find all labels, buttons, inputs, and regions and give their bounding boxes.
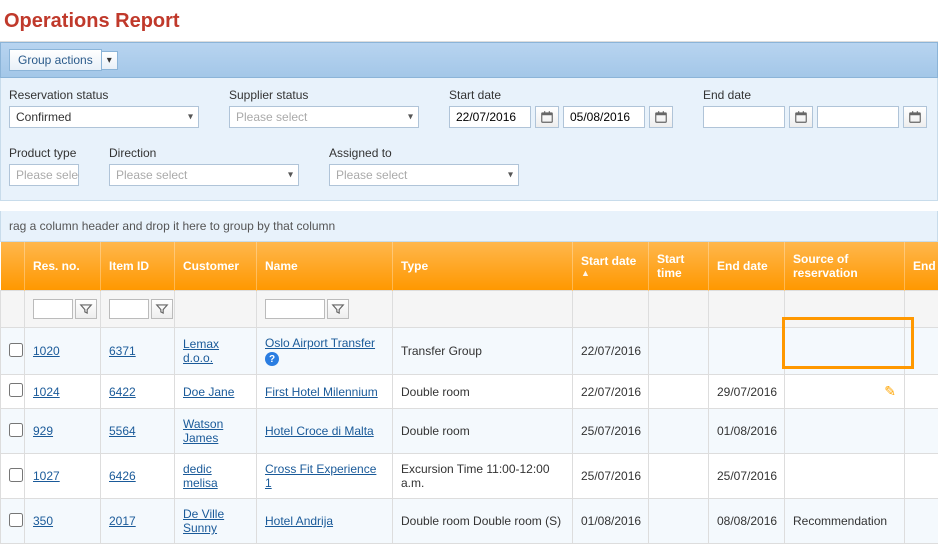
filters-panel: Reservation status Confirmed ▾ Supplier … <box>0 78 938 201</box>
row-checkbox[interactable] <box>9 343 23 357</box>
item-id-link[interactable]: 5564 <box>109 424 136 438</box>
table-row: 350 2017 De Ville Sunny Hotel Andrija Double… <box>1 499 938 544</box>
filter-row <box>1 291 938 328</box>
item-id-link[interactable]: 6371 <box>109 344 136 358</box>
filter-res-no-input[interactable] <box>33 299 73 319</box>
end-date-from-input[interactable] <box>703 106 785 128</box>
pencil-icon[interactable]: ✎ <box>884 383 896 400</box>
row-checkbox[interactable] <box>9 513 23 527</box>
header-row: Res. no. Item ID Customer Name Type Star… <box>1 242 938 291</box>
name-link[interactable]: Oslo Airport Transfer <box>265 336 375 350</box>
group-actions-button[interactable]: Group actions <box>9 49 102 71</box>
start-date-to-input[interactable] <box>563 106 645 128</box>
row-checkbox[interactable] <box>9 423 23 437</box>
calendar-icon[interactable] <box>789 106 813 128</box>
customer-link[interactable]: Lemax d.o.o. <box>183 337 219 365</box>
assigned-to-select[interactable]: Please select <box>329 164 519 186</box>
col-start-time[interactable]: Start time <box>649 242 709 291</box>
start-date-label: Start date <box>449 88 673 102</box>
direction-label: Direction <box>109 146 299 160</box>
name-link[interactable]: Cross Fit Experience 1 <box>265 462 376 490</box>
row-checkbox[interactable] <box>9 383 23 397</box>
table-row: 1027 6426 dedic melisa Cross Fit Experience… <box>1 454 938 499</box>
info-icon[interactable]: ? <box>265 352 279 366</box>
customer-link[interactable]: Watson James <box>183 417 223 445</box>
supplier-status-label: Supplier status <box>229 88 419 102</box>
reservation-status-select[interactable]: Confirmed <box>9 106 199 128</box>
reservation-status-label: Reservation status <box>9 88 199 102</box>
end-date-cell: 01/08/2016 <box>717 424 777 438</box>
filter-name-input[interactable] <box>265 299 325 319</box>
end-date-cell: 29/07/2016 <box>717 385 777 399</box>
res-no-link[interactable]: 1024 <box>33 385 60 399</box>
product-type-label: Product type <box>9 146 79 160</box>
start-date-cell: 25/07/2016 <box>581 469 641 483</box>
type-cell: Double room <box>401 424 470 438</box>
start-date-cell: 25/07/2016 <box>581 424 641 438</box>
col-end-date[interactable]: End date <box>709 242 785 291</box>
end-date-cell: 25/07/2016 <box>717 469 777 483</box>
table-row: 1020 6371 Lemax d.o.o. Oslo Airport Transfe… <box>1 328 938 375</box>
filter-icon[interactable] <box>327 299 349 319</box>
filter-icon[interactable] <box>75 299 97 319</box>
toolbar: Group actions ▾ <box>0 42 938 78</box>
name-link[interactable]: First Hotel Milennium <box>265 385 378 399</box>
name-link[interactable]: Hotel Andrija <box>265 514 333 528</box>
group-by-hint[interactable]: rag a column header and drop it here to … <box>0 211 938 242</box>
customer-link[interactable]: De Ville Sunny <box>183 507 224 535</box>
calendar-icon[interactable] <box>649 106 673 128</box>
end-date-cell: 08/08/2016 <box>717 514 777 528</box>
end-date-to-input[interactable] <box>817 106 899 128</box>
group-actions-dropdown[interactable]: ▾ <box>102 51 118 70</box>
source-cell: Recommendation <box>793 514 887 528</box>
col-source[interactable]: Source of reservation <box>785 242 905 291</box>
filter-icon[interactable] <box>151 299 173 319</box>
col-item-id[interactable]: Item ID <box>101 242 175 291</box>
filter-item-id-input[interactable] <box>109 299 149 319</box>
product-type-select[interactable]: Please selec <box>9 164 79 186</box>
type-cell: Excursion Time 11:00-12:00 a.m. <box>401 462 550 490</box>
direction-select[interactable]: Please select <box>109 164 299 186</box>
res-no-link[interactable]: 1027 <box>33 469 60 483</box>
col-checkbox[interactable] <box>1 242 25 291</box>
name-link[interactable]: Hotel Croce di Malta <box>265 424 374 438</box>
start-date-from-input[interactable] <box>449 106 531 128</box>
start-date-cell: 22/07/2016 <box>581 385 641 399</box>
customer-link[interactable]: Doe Jane <box>183 385 234 399</box>
results-grid: Res. no. Item ID Customer Name Type Star… <box>0 242 938 544</box>
supplier-status-select[interactable]: Please select <box>229 106 419 128</box>
col-res-no[interactable]: Res. no. <box>25 242 101 291</box>
item-id-link[interactable]: 2017 <box>109 514 136 528</box>
end-date-label: End date <box>703 88 927 102</box>
res-no-link[interactable]: 1020 <box>33 344 60 358</box>
col-start-date[interactable]: Start date▲ <box>573 242 649 291</box>
type-cell: Transfer Group <box>401 344 482 358</box>
page-title: Operations Report <box>0 0 938 42</box>
sort-asc-icon: ▲ <box>581 268 640 278</box>
res-no-link[interactable]: 350 <box>33 514 53 528</box>
item-id-link[interactable]: 6422 <box>109 385 136 399</box>
col-type[interactable]: Type <box>393 242 573 291</box>
calendar-icon[interactable] <box>903 106 927 128</box>
start-date-cell: 22/07/2016 <box>581 344 641 358</box>
res-no-link[interactable]: 929 <box>33 424 53 438</box>
customer-link[interactable]: dedic melisa <box>183 462 218 490</box>
assigned-to-label: Assigned to <box>329 146 519 160</box>
col-name[interactable]: Name <box>257 242 393 291</box>
row-checkbox[interactable] <box>9 468 23 482</box>
type-cell: Double room Double room (S) <box>401 514 561 528</box>
type-cell: Double room <box>401 385 470 399</box>
item-id-link[interactable]: 6426 <box>109 469 136 483</box>
col-end[interactable]: End <box>905 242 938 291</box>
calendar-icon[interactable] <box>535 106 559 128</box>
col-customer[interactable]: Customer <box>175 242 257 291</box>
table-row: 1024 6422 Doe Jane First Hotel Milennium Dou… <box>1 375 938 409</box>
table-row: 929 5564 Watson James Hotel Croce di Malta D… <box>1 409 938 454</box>
start-date-cell: 01/08/2016 <box>581 514 641 528</box>
